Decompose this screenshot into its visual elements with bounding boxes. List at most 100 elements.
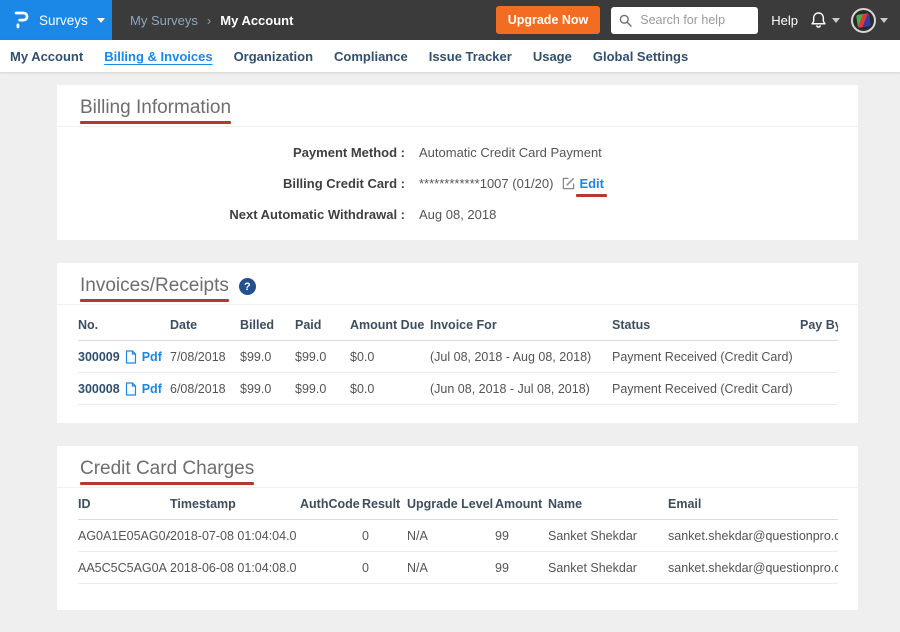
col-amount-due: Amount Due [350, 309, 430, 341]
billing-information-title: Billing Information [80, 97, 231, 118]
col-status: Status [612, 309, 800, 341]
charge-id: AA5C5C5AG0A [78, 552, 170, 584]
charges-header-row: ID Timestamp AuthCode Result Upgrade Lev… [78, 488, 838, 520]
invoice-paid: $99.0 [295, 373, 350, 405]
pdf-file-icon [125, 382, 137, 396]
red-annotation-underline [80, 482, 254, 485]
col-authcode: AuthCode [300, 488, 362, 520]
payment-method-label: Payment Method : [57, 145, 405, 160]
notifications-button[interactable] [809, 10, 840, 31]
charge-row: AG0A1E05AG0A 2018-07-08 01:04:04.0 0 N/A… [78, 520, 838, 552]
pdf-link[interactable]: Pdf [142, 350, 162, 364]
edit-card-button[interactable]: Edit [562, 176, 604, 191]
invoice-number-link[interactable]: 300009 [78, 350, 120, 364]
pdf-link[interactable]: Pdf [142, 382, 162, 396]
breadcrumb: My Surveys › My Account [130, 13, 293, 28]
invoices-receipts-title: Invoices/Receipts [80, 275, 229, 296]
billing-information-card: Billing Information Payment Method : Aut… [57, 85, 858, 240]
invoice-billed: $99.0 [240, 373, 295, 405]
col-timestamp: Timestamp [170, 488, 300, 520]
red-annotation-underline [80, 121, 231, 124]
charges-table: ID Timestamp AuthCode Result Upgrade Lev… [78, 488, 838, 584]
chevron-down-icon [832, 18, 840, 23]
chevron-down-icon [880, 18, 888, 23]
col-name: Name [548, 488, 668, 520]
charge-name: Sanket Shekdar [548, 520, 668, 552]
breadcrumb-separator-icon: › [207, 13, 211, 28]
charge-timestamp: 2018-07-08 01:04:04.0 [170, 520, 300, 552]
charge-amount: 99 [495, 520, 548, 552]
help-search-box[interactable] [611, 7, 758, 34]
col-upgrade-level: Upgrade Level [407, 488, 495, 520]
invoice-pay-by [800, 341, 838, 373]
invoice-for: (Jun 08, 2018 - Jul 08, 2018) [430, 373, 612, 405]
col-billed: Billed [240, 309, 295, 341]
billing-credit-card-label: Billing Credit Card : [57, 176, 405, 191]
invoice-paid: $99.0 [295, 341, 350, 373]
invoice-pay-by [800, 373, 838, 405]
invoices-table: No. Date Billed Paid Amount Due Invoice … [78, 309, 838, 405]
charge-upgrade-level: N/A [407, 552, 495, 584]
upgrade-now-button[interactable]: Upgrade Now [496, 6, 601, 34]
invoices-receipts-header: Invoices/Receipts ? [57, 263, 858, 305]
payment-method-row: Payment Method : Automatic Credit Card P… [57, 137, 858, 168]
billing-information-header: Billing Information [57, 85, 858, 127]
col-result: Result [362, 488, 407, 520]
search-input[interactable] [638, 12, 750, 28]
invoice-status: Payment Received (Credit Card) [612, 341, 800, 373]
header-actions: Upgrade Now Help [496, 6, 888, 34]
col-amount: Amount [495, 488, 548, 520]
billing-credit-card-row: Billing Credit Card : ************1007 (… [57, 168, 858, 199]
questionpro-logo-icon [13, 8, 30, 32]
search-icon [619, 14, 632, 27]
help-link[interactable]: Help [771, 13, 798, 28]
col-pay-by: Pay By [800, 309, 838, 341]
invoice-row: 300008 Pdf 6/08/2018 $99.0 $99.0 $0. [78, 373, 838, 405]
product-name: Surveys [39, 13, 88, 28]
pdf-file-icon [125, 350, 137, 364]
charge-email: sanket.shekdar@questionpro.com [668, 520, 838, 552]
invoice-row: 300009 Pdf 7/08/2018 $99.0 $99.0 $0. [78, 341, 838, 373]
breadcrumb-parent[interactable]: My Surveys [130, 13, 198, 28]
invoices-receipts-card: Invoices/Receipts ? No. Date Billed Paid [57, 263, 858, 423]
col-email: Email [668, 488, 838, 520]
charge-upgrade-level: N/A [407, 520, 495, 552]
tab-compliance[interactable]: Compliance [334, 49, 408, 64]
invoices-header-row: No. Date Billed Paid Amount Due Invoice … [78, 309, 838, 341]
col-id: ID [78, 488, 170, 520]
charge-authcode [300, 520, 362, 552]
charge-timestamp: 2018-06-08 01:04:08.0 [170, 552, 300, 584]
invoice-for: (Jul 08, 2018 - Aug 08, 2018) [430, 341, 612, 373]
tab-billing-invoices[interactable]: Billing & Invoices [104, 49, 212, 64]
col-no: No. [78, 309, 170, 341]
credit-card-charges-card: Credit Card Charges ID Timestamp AuthCod… [57, 446, 858, 610]
main-content: Billing Information Payment Method : Aut… [0, 72, 900, 610]
help-icon[interactable]: ? [239, 278, 256, 295]
product-switcher[interactable]: Surveys [0, 0, 112, 40]
charge-amount: 99 [495, 552, 548, 584]
invoice-billed: $99.0 [240, 341, 295, 373]
invoice-date: 6/08/2018 [170, 373, 240, 405]
col-date: Date [170, 309, 240, 341]
col-invoice-for: Invoice For [430, 309, 612, 341]
tab-global-settings[interactable]: Global Settings [593, 49, 688, 64]
credit-card-charges-header: Credit Card Charges [57, 446, 858, 488]
charge-name: Sanket Shekdar [548, 552, 668, 584]
invoice-number-link[interactable]: 300008 [78, 382, 120, 396]
top-header: Surveys My Surveys › My Account Upgrade … [0, 0, 900, 40]
payment-method-value: Automatic Credit Card Payment [419, 145, 602, 160]
account-menu[interactable] [851, 8, 888, 33]
tab-issue-tracker[interactable]: Issue Tracker [429, 49, 512, 64]
col-paid: Paid [295, 309, 350, 341]
breadcrumb-current: My Account [220, 13, 293, 28]
tab-usage[interactable]: Usage [533, 49, 572, 64]
next-withdrawal-row: Next Automatic Withdrawal : Aug 08, 2018 [57, 199, 858, 230]
invoice-date: 7/08/2018 [170, 341, 240, 373]
tab-organization[interactable]: Organization [234, 49, 313, 64]
account-nav-tabs: My Account Billing & Invoices Organizati… [0, 40, 900, 72]
tab-my-account[interactable]: My Account [10, 49, 83, 64]
invoice-amount-due: $0.0 [350, 341, 430, 373]
invoice-amount-due: $0.0 [350, 373, 430, 405]
charge-id: AG0A1E05AG0A [78, 520, 170, 552]
charge-email: sanket.shekdar@questionpro.com [668, 552, 838, 584]
